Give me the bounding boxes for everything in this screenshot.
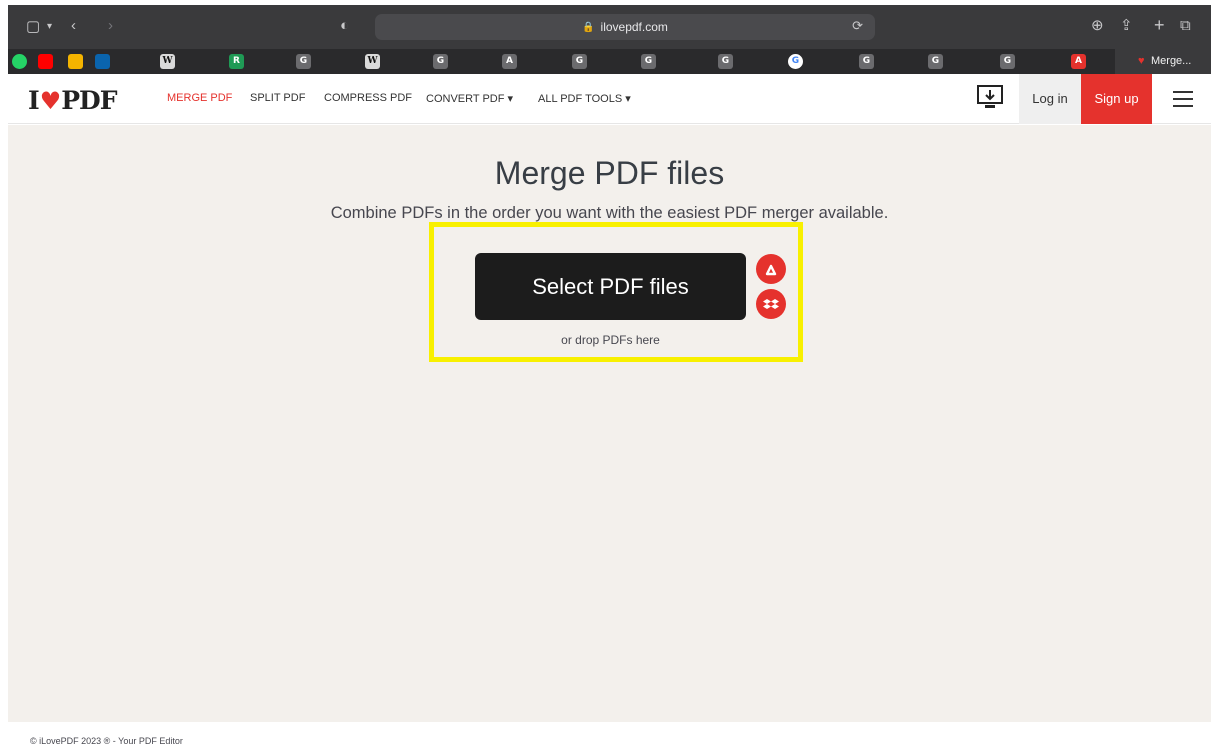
nav-all-pdf-tools[interactable]: ALL PDF TOOLS ▾ (538, 92, 631, 105)
bookmark-icon[interactable]: G (859, 54, 874, 69)
footer: © iLovePDF 2023 ® - Your PDF Editor (8, 722, 1211, 753)
downloads-icon[interactable]: ⊕ (1091, 16, 1104, 36)
bookmark-icon[interactable]: G (296, 54, 311, 69)
lock-icon: 🔒 (582, 21, 595, 33)
nav-convert-pdf[interactable]: CONVERT PDF ▾ (426, 92, 513, 105)
bookmark-icon[interactable]: A (502, 54, 517, 69)
privacy-shield-icon[interactable]: ◐ (340, 16, 349, 36)
page-subtitle: Combine PDFs in the order you want with … (330, 204, 889, 222)
outlook-icon[interactable] (95, 54, 110, 69)
wikipedia-icon[interactable]: W (365, 54, 380, 69)
nav-split-pdf[interactable]: SPLIT PDF (250, 92, 305, 104)
tab-overview-icon[interactable]: ⧉ (1180, 16, 1191, 36)
ilovepdf-logo[interactable]: I♥PDF (28, 86, 117, 115)
bookmark-icon[interactable]: G (572, 54, 587, 69)
youtube-icon[interactable] (38, 54, 53, 69)
nav-compress-pdf[interactable]: COMPRESS PDF (324, 92, 412, 104)
bookmark-icon[interactable]: G (928, 54, 943, 69)
main-content: Merge PDF files Combine PDFs in the orde… (8, 125, 1211, 722)
footer-copyright: © iLovePDF 2023 ® - Your PDF Editor (30, 736, 183, 746)
page-title: Merge PDF files (494, 155, 725, 191)
google-icon[interactable]: G (788, 54, 803, 69)
desktop-app-icon[interactable] (976, 84, 1004, 112)
signup-button[interactable]: Sign up (1081, 74, 1152, 124)
reload-icon[interactable]: ⟳ (852, 18, 863, 34)
bookmark-icon[interactable]: G (718, 54, 733, 69)
browser-toolbar: ▢ ▾ ‹ › ◐ 🔒 ilovepdf.com ⟳ ⊕ ⇪ + ⧉ (8, 5, 1211, 49)
new-tab-icon[interactable]: + (1154, 15, 1165, 35)
bookmark-icon[interactable]: G (433, 54, 448, 69)
login-button[interactable]: Log in (1019, 74, 1081, 124)
researchgate-icon[interactable]: R (229, 54, 244, 69)
active-tab[interactable]: ♥ Merge... (1115, 49, 1211, 74)
address-bar[interactable]: 🔒 ilovepdf.com ⟳ (375, 14, 875, 40)
dropbox-icon[interactable] (756, 289, 786, 319)
bookmark-icon[interactable]: G (641, 54, 656, 69)
acrobat-icon[interactable]: A (1071, 54, 1086, 69)
sidebar-toggle-icon[interactable]: ▢ (26, 17, 40, 37)
ilovepdf-favicon-icon: ♥ (1138, 55, 1145, 67)
google-drive-icon[interactable] (756, 254, 786, 284)
select-pdf-files-button[interactable]: Select PDF files (475, 253, 746, 320)
wikipedia-icon[interactable]: W (160, 54, 175, 69)
site-header: I♥PDF MERGE PDF SPLIT PDF COMPRESS PDF C… (8, 74, 1211, 124)
bookmarks-bar: W R G W G A G G G G G G G A ♥ Merge... (8, 49, 1211, 74)
heart-icon: ♥ (39, 86, 61, 115)
bookmark-icon[interactable]: G (1000, 54, 1015, 69)
whatsapp-icon[interactable] (12, 54, 27, 69)
nav-merge-pdf[interactable]: MERGE PDF (167, 92, 232, 104)
drop-hint: or drop PDFs here (561, 333, 660, 347)
menu-icon[interactable] (1173, 91, 1193, 107)
chevron-down-icon[interactable]: ▾ (47, 17, 52, 37)
share-icon[interactable]: ⇪ (1120, 16, 1133, 36)
drive-icon[interactable] (68, 54, 83, 69)
back-icon[interactable]: ‹ (71, 16, 76, 36)
url-text: ilovepdf.com (600, 20, 668, 34)
forward-icon[interactable]: › (108, 16, 113, 36)
